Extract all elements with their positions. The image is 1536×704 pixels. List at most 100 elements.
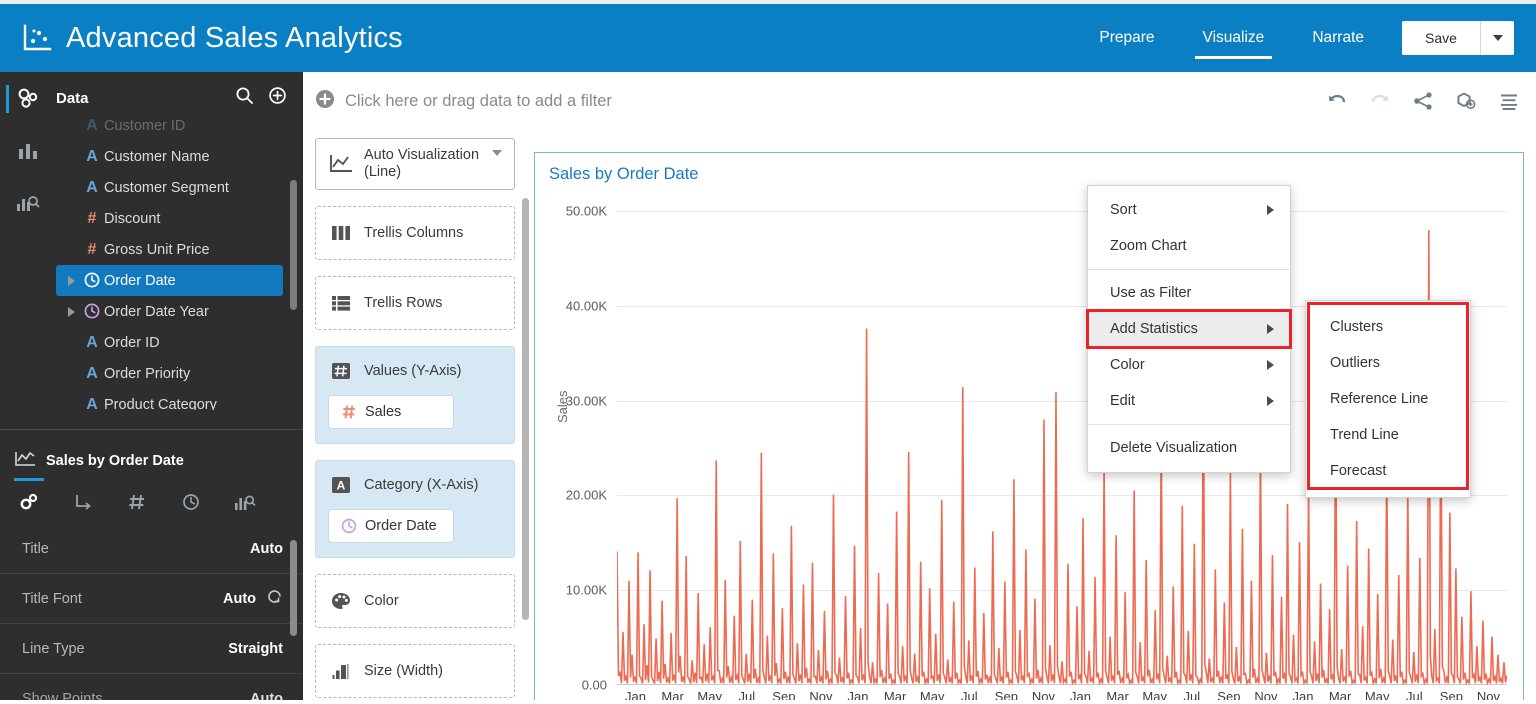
viz-type-line2: (Line) xyxy=(364,164,402,180)
save-button[interactable]: Save xyxy=(1402,21,1480,55)
rail-insights-icon[interactable] xyxy=(6,186,50,220)
main-area: Click here or drag data to add a filter xyxy=(303,72,1536,704)
submenu-arrow-icon xyxy=(1267,396,1274,406)
submenu-arrow-icon xyxy=(1267,205,1274,215)
property-label: Line Type xyxy=(22,640,85,657)
field-row[interactable]: A Customer Name xyxy=(56,141,303,172)
context-menu-item-delete-visualization[interactable]: Delete Visualization xyxy=(1088,430,1290,466)
field-row[interactable]: A Order Priority xyxy=(56,358,303,389)
property-value[interactable]: Auto xyxy=(250,541,283,557)
analytics-tab[interactable] xyxy=(230,487,260,517)
context-menu-item-add-statistics[interactable]: Add Statistics xyxy=(1086,309,1292,349)
y-axis-tick: 30.00K xyxy=(565,393,607,409)
field-pill-order-date[interactable]: Order Date xyxy=(328,509,454,543)
search-icon[interactable] xyxy=(235,86,254,110)
redo-icon[interactable] xyxy=(1369,91,1391,111)
expand-arrow-icon[interactable] xyxy=(62,306,80,317)
shelf-color[interactable]: Color xyxy=(315,574,515,628)
context-menu-item-label: Color xyxy=(1110,357,1145,373)
nav-visualize[interactable]: Visualize xyxy=(1194,23,1273,59)
submenu-item-clusters[interactable]: Clusters xyxy=(1306,309,1470,345)
add-statistics-submenu[interactable]: Clusters Outliers Reference Line Trend Line… xyxy=(1305,300,1471,498)
shelf-label: Size (Width) xyxy=(364,663,443,679)
rail-visualizations-icon[interactable] xyxy=(6,134,50,168)
context-menu-item-sort[interactable]: Sort xyxy=(1088,192,1290,228)
values-tab[interactable] xyxy=(122,487,152,517)
general-tab[interactable] xyxy=(14,478,44,517)
properties-tabs xyxy=(0,478,303,524)
field-row-order-date[interactable]: Order Date xyxy=(56,265,283,296)
property-row-line-type[interactable]: Line Type Straight xyxy=(0,624,303,674)
context-menu-item-edit[interactable]: Edit xyxy=(1088,383,1290,419)
data-panel-title: Data xyxy=(56,89,89,107)
filter-placeholder-text[interactable]: Click here or drag data to add a filter xyxy=(345,92,612,111)
trellis-rows-icon xyxy=(328,293,354,313)
submenu-arrow-icon xyxy=(1267,360,1274,370)
nav-prepare[interactable]: Prepare xyxy=(1097,23,1156,53)
menu-icon[interactable] xyxy=(1498,91,1520,111)
context-menu-item-label: Delete Visualization xyxy=(1110,440,1238,456)
share-icon[interactable] xyxy=(1412,91,1434,111)
save-button-group: Save xyxy=(1402,21,1514,55)
nav-narrate[interactable]: Narrate xyxy=(1310,23,1366,53)
y-axis-tick: 40.00K xyxy=(565,298,607,314)
add-circle-icon[interactable] xyxy=(315,89,335,114)
field-pill-sales[interactable]: Sales xyxy=(328,395,454,429)
context-menu[interactable]: Sort Zoom Chart Use as Filter Add Statistic… xyxy=(1086,185,1292,473)
field-row[interactable]: A Customer Segment xyxy=(56,172,303,203)
add-insight-icon[interactable] xyxy=(1455,91,1477,111)
data-field-list[interactable]: A Customer ID A Customer Name A Customer… xyxy=(56,110,303,410)
rail-data-icon[interactable] xyxy=(6,82,50,116)
property-row-title-font[interactable]: Title Font Auto xyxy=(0,574,303,624)
property-label: Title xyxy=(22,540,49,557)
properties-scrollbar[interactable] xyxy=(290,540,297,636)
shelf-trellis-columns[interactable]: Trellis Columns xyxy=(315,206,515,260)
data-panel-actions xyxy=(235,86,303,110)
shelf-size-width[interactable]: Size (Width) xyxy=(315,644,515,698)
save-dropdown-button[interactable] xyxy=(1480,21,1514,55)
submenu-item-forecast[interactable]: Forecast xyxy=(1306,453,1470,489)
field-row[interactable]: A Customer ID xyxy=(56,110,303,141)
line-chart-icon xyxy=(14,450,36,473)
app-title: Advanced Sales Analytics xyxy=(66,21,403,54)
visualization-title: Sales by Order Date xyxy=(46,453,184,469)
field-row[interactable]: A Order ID xyxy=(56,327,303,358)
property-value-group[interactable]: Auto xyxy=(223,588,283,609)
reset-icon[interactable] xyxy=(266,588,283,609)
field-row[interactable]: A Product Category xyxy=(56,389,303,411)
date-tab[interactable] xyxy=(176,487,206,517)
values-icon xyxy=(328,361,354,381)
property-value: Auto xyxy=(222,590,256,607)
property-label: Title Font xyxy=(22,590,82,607)
context-menu-item-label: Zoom Chart xyxy=(1110,238,1187,254)
add-circle-icon[interactable] xyxy=(268,86,287,110)
submenu-item-reference-line[interactable]: Reference Line xyxy=(1306,381,1470,417)
context-menu-item-use-as-filter[interactable]: Use as Filter xyxy=(1088,275,1290,311)
field-row[interactable]: # Discount xyxy=(56,203,303,234)
property-row-title[interactable]: Title Auto xyxy=(0,524,303,574)
context-menu-item-label: Sort xyxy=(1110,202,1137,218)
string-type-icon: A xyxy=(86,364,98,382)
app-root: Advanced Sales Analytics Prepare Visuali… xyxy=(0,0,1536,704)
context-menu-item-color[interactable]: Color xyxy=(1088,347,1290,383)
field-row-order-date-year[interactable]: Order Date Year xyxy=(56,296,303,327)
axis-tab[interactable] xyxy=(68,487,98,517)
visualization-type-selector[interactable]: Auto Visualization (Line) xyxy=(315,138,515,190)
chart-title[interactable]: Sales by Order Date xyxy=(549,165,698,184)
property-value[interactable]: Straight xyxy=(228,641,283,657)
submenu-item-trend-line[interactable]: Trend Line xyxy=(1306,417,1470,453)
shelf-scrollbar[interactable] xyxy=(522,198,529,620)
shelf-values-y-axis[interactable]: Values (Y-Axis) Sales xyxy=(315,346,515,444)
undo-icon[interactable] xyxy=(1326,91,1348,111)
pill-label: Order Date xyxy=(365,518,437,534)
submenu-item-outliers[interactable]: Outliers xyxy=(1306,345,1470,381)
chevron-down-icon[interactable] xyxy=(492,150,502,172)
context-menu-item-zoom-chart[interactable]: Zoom Chart xyxy=(1088,228,1290,264)
shelf-label: Trellis Rows xyxy=(364,295,443,311)
data-list-scrollbar[interactable] xyxy=(290,180,297,310)
field-row[interactable]: # Gross Unit Price xyxy=(56,234,303,265)
shelf-trellis-rows[interactable]: Trellis Rows xyxy=(315,276,515,330)
shelf-category-x-axis[interactable]: A Category (X-Axis) Order Date xyxy=(315,460,515,558)
expand-arrow-icon[interactable] xyxy=(62,275,80,286)
field-label: Order Priority xyxy=(104,365,191,382)
